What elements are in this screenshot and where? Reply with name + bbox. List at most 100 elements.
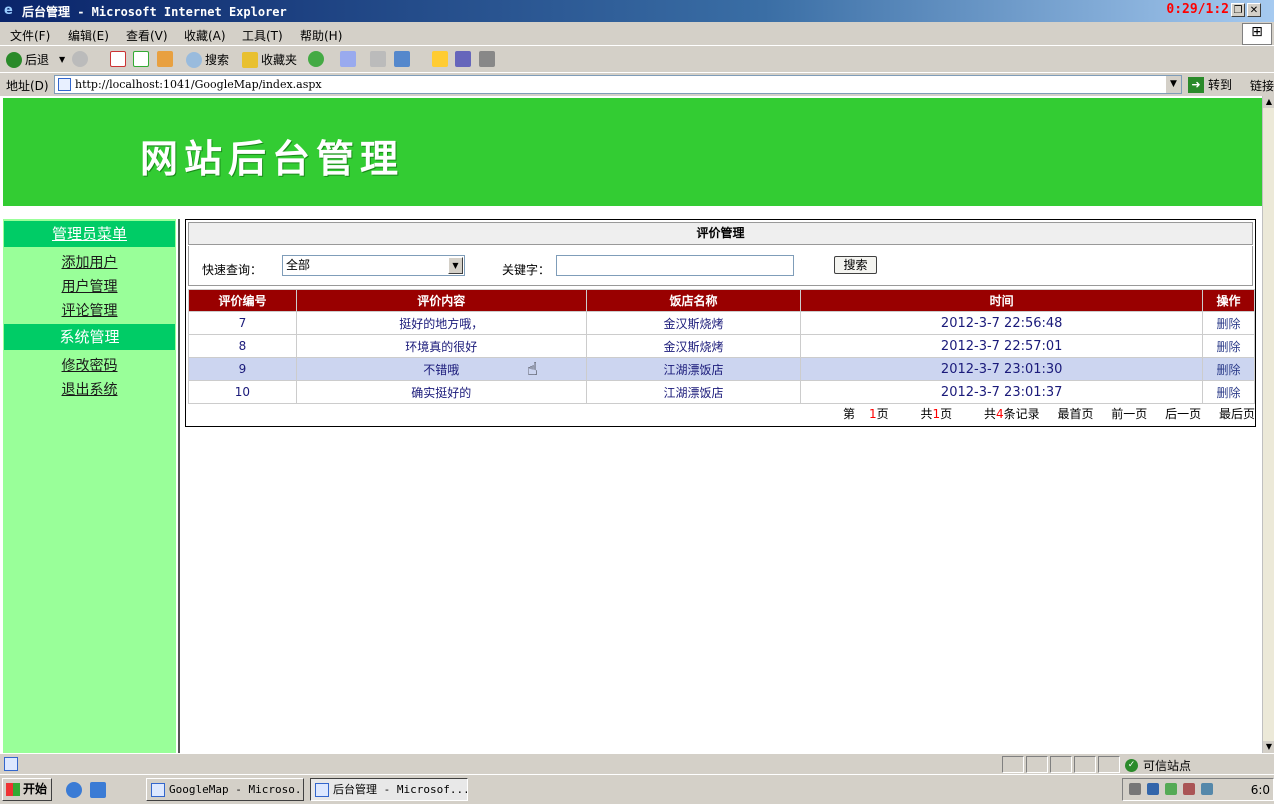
menu-file[interactable]: 文件(F) (10, 27, 50, 44)
keyword-input[interactable] (556, 255, 794, 276)
sidebar-item-logout[interactable]: 退出系统 (3, 379, 176, 399)
address-dropdown[interactable]: ▼ (1165, 76, 1181, 93)
cell-id: 10 (188, 380, 297, 404)
ie-page-icon (315, 783, 329, 797)
messenger-button[interactable] (455, 51, 474, 67)
sidebar-item-comment-management[interactable]: 评论管理 (3, 300, 176, 320)
sidebar-item-user-management[interactable]: 用户管理 (3, 276, 176, 296)
refresh-icon (133, 51, 149, 67)
stop-button[interactable] (110, 51, 129, 67)
restore-button[interactable]: ❐ (1231, 3, 1245, 17)
vertical-scrollbar[interactable]: ▲ ▼ (1262, 96, 1274, 753)
hand-cursor-icon: ☝ (527, 359, 538, 380)
page-icon (58, 78, 71, 91)
task-label: 后台管理 - Microsof... (333, 783, 468, 796)
back-button[interactable]: 后退 ▼ (6, 51, 65, 68)
favorites-label: 收藏夹 (261, 53, 298, 67)
network-icon[interactable] (1147, 783, 1159, 795)
sidebar-item-add-user[interactable]: 添加用户 (3, 252, 176, 272)
sidebar: 管理员菜单 添加用户 用户管理 评论管理 系统管理 修改密码 退出系统 (3, 219, 176, 753)
table-row[interactable]: 7 挺好的地方哦， 金汉斯烧烤 2012-3-7 22:56:48 删除 (188, 311, 1255, 335)
research-icon (479, 51, 495, 67)
search-submit-button[interactable]: 搜索 (834, 256, 877, 274)
tray-icon[interactable] (1129, 783, 1141, 795)
quick-query-select[interactable]: 全部 ▼ (282, 255, 465, 276)
mail-button[interactable] (340, 51, 359, 67)
search-row: 快速查询： 全部 ▼ 关键字： 搜索 (188, 246, 1253, 286)
close-button[interactable]: ✕ (1247, 3, 1261, 17)
start-button[interactable]: 开始 (2, 778, 52, 801)
col-header-action: 操作 (1202, 289, 1255, 312)
search-button[interactable]: 搜索 (186, 51, 229, 68)
menu-tools[interactable]: 工具(T) (242, 27, 283, 44)
forward-arrow-icon (72, 51, 88, 67)
pager-prev[interactable]: 前一页 (1111, 407, 1147, 421)
admin-menu-header[interactable]: 管理员菜单 (4, 221, 175, 247)
pager-last[interactable]: 最后页 (1219, 407, 1255, 421)
table-row-selected[interactable]: 9 不错哦 江湖漂饭店 2012-3-7 23:01:30 删除 (188, 357, 1255, 381)
volume-icon[interactable] (1201, 783, 1213, 795)
menu-view[interactable]: 查看(V) (126, 27, 168, 44)
cell-time: 2012-3-7 23:01:37 (800, 380, 1203, 404)
banner: 网站后台管理 (3, 98, 1262, 206)
review-table: 评价编号 评价内容 饭店名称 时间 操作 7 挺好的地方哦， 金汉斯烧烤 201… (188, 289, 1255, 404)
back-label: 后退 (25, 53, 50, 67)
edit-button[interactable] (394, 51, 413, 67)
status-segment (1098, 756, 1120, 773)
delete-link[interactable]: 删除 (1202, 334, 1255, 358)
cell-content: 环境真的很好 (295, 334, 587, 358)
chevron-down-icon[interactable]: ▼ (59, 55, 65, 64)
forward-button[interactable] (72, 51, 91, 67)
security-zone-label: 可信站点 (1143, 759, 1192, 773)
cell-id: 9 (188, 357, 297, 381)
cell-time: 2012-3-7 22:57:01 (800, 334, 1203, 358)
delete-link[interactable]: 删除 (1202, 380, 1255, 404)
pager-first[interactable]: 最首页 (1057, 407, 1093, 421)
task-label: GoogleMap - Microso... (169, 783, 304, 796)
col-header-content: 评价内容 (295, 289, 587, 312)
address-input[interactable]: http://localhost:1041/GoogleMap/index.as… (54, 75, 1182, 94)
print-button[interactable] (370, 51, 389, 67)
search-label: 搜索 (205, 53, 230, 67)
windows-logo-icon: ⊞ (1242, 23, 1272, 45)
menu-favorites[interactable]: 收藏(A) (184, 27, 226, 44)
menu-edit[interactable]: 编辑(E) (68, 27, 109, 44)
scroll-down-icon[interactable]: ▼ (1263, 741, 1274, 753)
scroll-up-icon[interactable]: ▲ (1263, 96, 1274, 108)
tray-icon[interactable] (1165, 783, 1177, 795)
table-row[interactable]: 10 确实挺好的 江湖漂饭店 2012-3-7 23:01:37 删除 (188, 380, 1255, 404)
desktop-quicklaunch-icon[interactable] (90, 782, 106, 798)
tray-icon[interactable] (1183, 783, 1195, 795)
tray-clock[interactable]: 6:0 (1251, 783, 1270, 797)
windows-flag-icon (6, 783, 20, 796)
media-button[interactable] (308, 51, 327, 67)
pager-next[interactable]: 后一页 (1165, 407, 1201, 421)
taskbar-item-googlemap[interactable]: GoogleMap - Microso... (146, 778, 304, 801)
col-header-id: 评价编号 (188, 289, 297, 312)
ie-quicklaunch-icon[interactable] (66, 782, 82, 798)
links-button[interactable]: 链接 (1250, 77, 1274, 94)
col-header-restaurant: 饭店名称 (585, 289, 802, 312)
delete-link[interactable]: 删除 (1202, 311, 1255, 335)
go-button[interactable]: ➜ 转到 (1188, 76, 1232, 93)
menu-help[interactable]: 帮助(H) (300, 27, 342, 44)
delete-link[interactable]: 删除 (1202, 357, 1255, 381)
title-bar[interactable]: e 后台管理 - Microsoft Internet Explorer 0:2… (0, 0, 1274, 22)
table-row[interactable]: 8 环境真的很好 金汉斯烧烤 2012-3-7 22:57:01 删除 (188, 334, 1255, 358)
chevron-down-icon[interactable]: ▼ (448, 257, 463, 274)
research-button[interactable] (479, 51, 498, 67)
sidebar-item-change-password[interactable]: 修改密码 (3, 355, 176, 375)
address-url: http://localhost:1041/GoogleMap/index.as… (75, 78, 322, 91)
col-header-time: 时间 (800, 289, 1203, 312)
window-title: 后台管理 - Microsoft Internet Explorer (22, 5, 287, 19)
security-zone: ✓ 可信站点 (1125, 757, 1191, 774)
pager-total-records: 共4条记录 (983, 407, 1040, 421)
taskbar-item-admin[interactable]: 后台管理 - Microsof... (310, 778, 468, 801)
discuss-button[interactable] (432, 51, 451, 67)
refresh-button[interactable] (133, 51, 152, 67)
cell-time: 2012-3-7 23:01:30 (800, 357, 1203, 381)
favorites-button[interactable]: 收藏夹 (242, 51, 297, 68)
cell-restaurant: 金汉斯烧烤 (585, 334, 802, 358)
pager-current: 第 1页 (842, 407, 889, 421)
home-button[interactable] (157, 51, 176, 67)
